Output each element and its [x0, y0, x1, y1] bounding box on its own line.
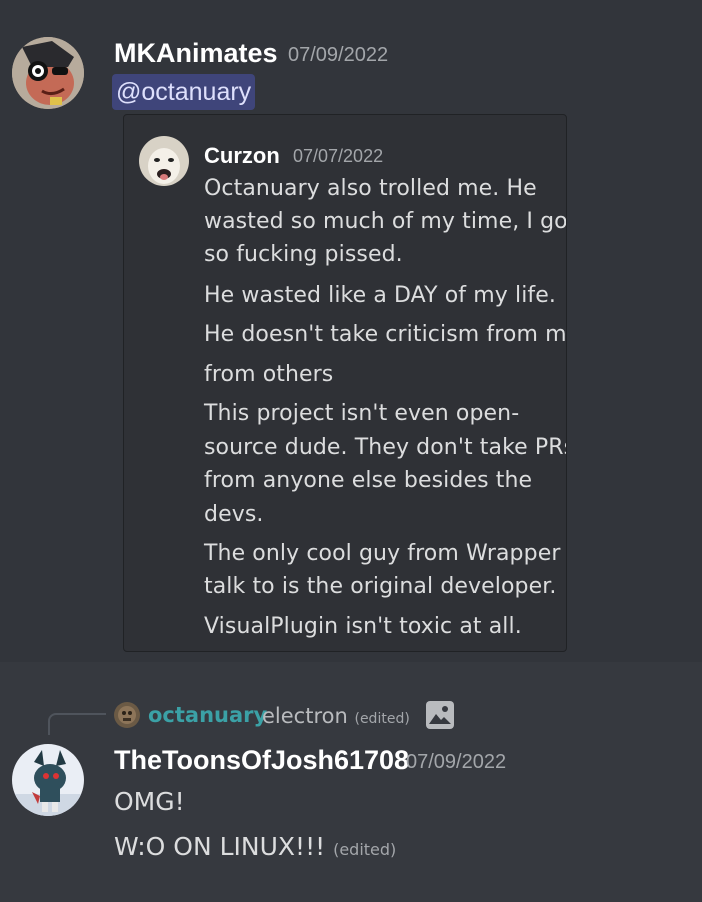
embed-text-line: VisualPlugin isn't toxic at all.	[204, 614, 522, 639]
avatar-image	[12, 744, 84, 816]
reply-avatar[interactable]	[114, 702, 140, 728]
image-icon[interactable]	[425, 700, 455, 730]
edited-label: (edited)	[333, 840, 397, 859]
reply-preview-text: electron	[262, 704, 348, 728]
embed-text-line: The only cool guy from Wrapper I	[204, 541, 567, 566]
embed-text-line: from anyone else besides the	[204, 468, 533, 493]
message-username[interactable]: TheToonsOfJosh61708	[114, 745, 409, 776]
embed-text-line: Octanuary also trolled me. He	[204, 176, 537, 201]
embed-text-line: This project isn't even open-	[204, 401, 520, 426]
reply-spine	[48, 713, 106, 735]
message-text-line: W:O ON LINUX!!! (edited)	[114, 832, 396, 861]
reply-preview[interactable]: electron (edited)	[262, 704, 410, 728]
embed-text-line: from others	[204, 362, 334, 387]
message-text: W:O ON LINUX!!!	[114, 832, 326, 861]
user-mention[interactable]: @octanuary	[112, 74, 256, 110]
message-timestamp: 07/09/2022	[288, 44, 389, 66]
embed-text-line: He doesn't take criticism from me	[204, 322, 567, 347]
avatar-curzon[interactable]	[139, 136, 189, 186]
embed-timestamp: 07/07/2022	[293, 146, 384, 166]
embed-text-line: so fucking pissed.	[204, 242, 403, 267]
embed-text-line: talk to is the original developer.	[204, 574, 557, 599]
message-username[interactable]: MKAnimates	[114, 38, 278, 69]
embed-text-line: source dude. They don't take PRs	[204, 435, 567, 460]
message-timestamp: 07/09/2022	[406, 751, 507, 773]
message-mkanimates[interactable]: MKAnimates 07/09/2022 @octanuary Curzon …	[0, 0, 702, 662]
reply-username[interactable]: octanuary	[148, 703, 267, 727]
avatar-thetoonsofjosh61708[interactable]	[12, 744, 84, 816]
avatar-image	[114, 702, 140, 728]
embed-text-line: He wasted like a DAY of my life.	[204, 283, 556, 308]
edited-label: (edited)	[354, 711, 410, 727]
avatar-image	[12, 37, 84, 109]
message-text-line: OMG!	[114, 787, 185, 816]
avatar-mkanimates[interactable]	[12, 37, 84, 109]
quoted-message-embed: Curzon 07/07/2022 Octanuary also trolled…	[123, 114, 567, 652]
avatar-image	[139, 136, 189, 186]
embed-author-name[interactable]: Curzon	[204, 143, 280, 169]
embed-text-line: devs.	[204, 502, 264, 527]
embed-text-line: wasted so much of my time, I got	[204, 209, 567, 234]
